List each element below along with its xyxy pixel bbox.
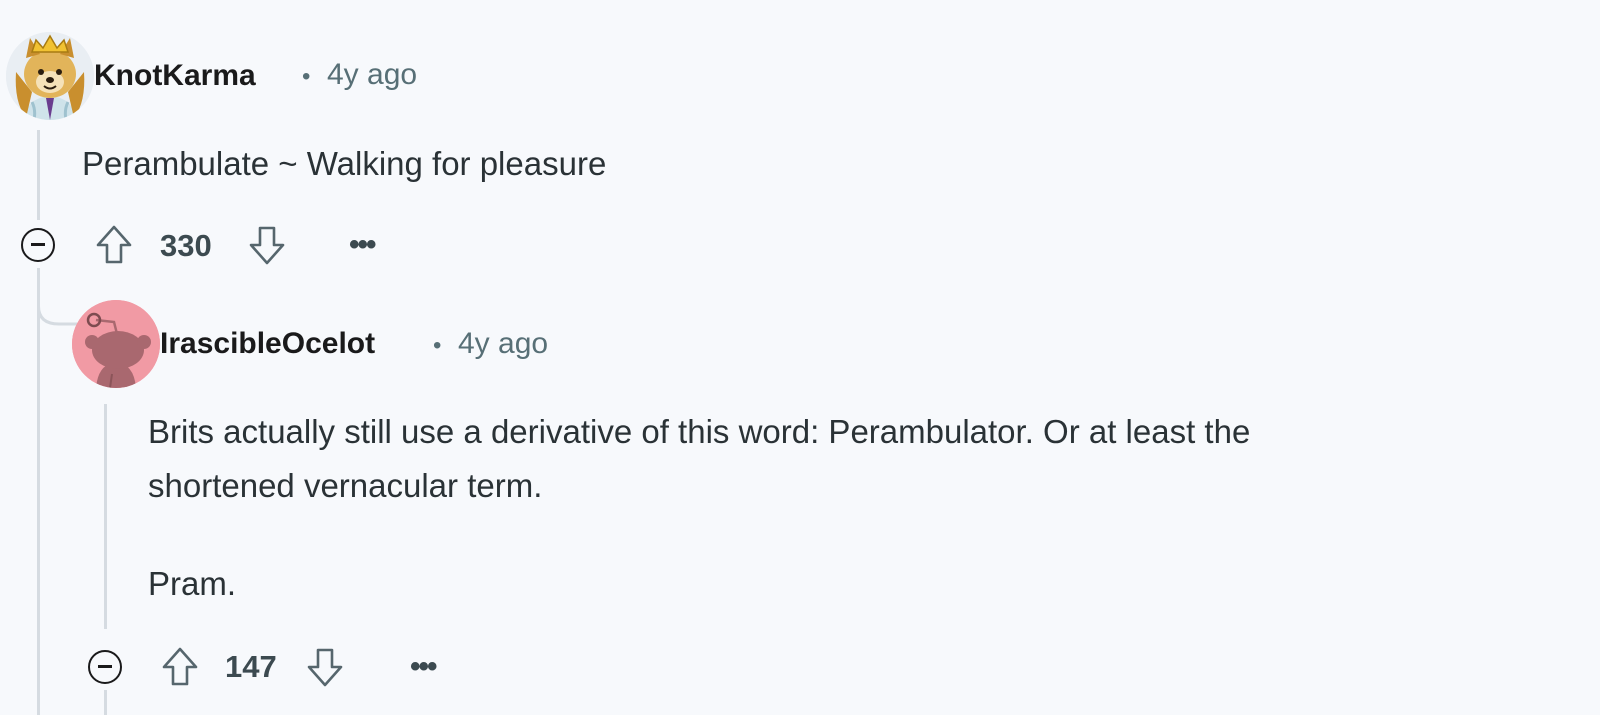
arrow-up-icon[interactable]: [160, 646, 200, 688]
comment-body-line: Perambulate ~ Walking for pleasure: [82, 145, 607, 182]
vote-score: 330: [160, 228, 212, 263]
meta-separator: •: [302, 63, 311, 90]
thread-line-main[interactable]: [37, 130, 40, 220]
more-options-button[interactable]: •••: [349, 228, 376, 262]
arrow-down-icon[interactable]: [305, 646, 345, 688]
thread-line-reply[interactable]: [104, 404, 107, 629]
comment-body: Perambulate ~ Walking for pleasure: [82, 137, 606, 191]
arrow-up-icon[interactable]: [94, 224, 134, 266]
doge-avatar[interactable]: [6, 32, 94, 120]
collapse-button[interactable]: [21, 228, 55, 262]
snoo-avatar-icon: [72, 300, 160, 388]
collapse-button[interactable]: [88, 650, 122, 684]
comment-username[interactable]: IrascibleOcelot: [160, 327, 375, 361]
meta-separator: •: [433, 332, 442, 359]
thread-line-reply-lower[interactable]: [104, 690, 107, 715]
comment-timestamp[interactable]: 4y ago: [458, 327, 548, 361]
comment-body-line: shortened vernacular term.: [148, 467, 543, 504]
arrow-down-icon[interactable]: [247, 224, 287, 266]
vote-score: 147: [225, 649, 277, 684]
comment-username[interactable]: KnotKarma: [94, 59, 256, 93]
comment-body-line: Brits actually still use a derivative of…: [148, 413, 1251, 450]
comment-body: Brits actually still use a derivative of…: [148, 405, 1250, 611]
comment-body-line: Pram.: [148, 565, 237, 602]
comment-timestamp[interactable]: 4y ago: [327, 58, 417, 92]
doge-avatar-icon: [6, 32, 94, 120]
thread-branch-curve: [37, 296, 77, 326]
more-options-button[interactable]: •••: [410, 650, 437, 684]
snoo-avatar[interactable]: [72, 300, 160, 388]
